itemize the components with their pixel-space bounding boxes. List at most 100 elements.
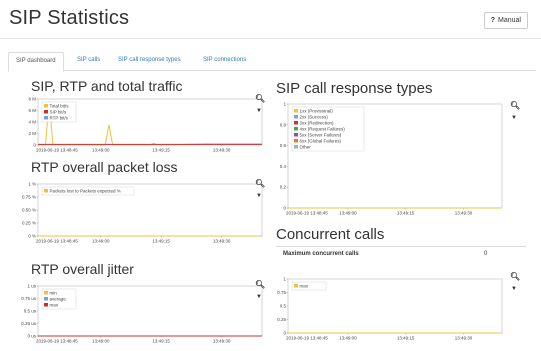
x-tick-label: 2019-06-19 13:48:45: [36, 239, 78, 244]
legend-label: 3xx (Redirection): [300, 120, 335, 125]
y-tick-label: 0.5 us: [24, 309, 37, 314]
legend-label: min: [50, 290, 58, 295]
jitter-magnifier-icon[interactable]: 🔍︎: [255, 280, 265, 289]
y-tick-label: 2 M: [28, 131, 36, 136]
x-tick-label: 13:49:15: [152, 148, 170, 153]
x-tick-label: 13:49:15: [397, 336, 415, 341]
packet-loss-caret-down-icon[interactable]: ▼: [256, 193, 262, 199]
y-tick-label: 0.8: [280, 122, 287, 127]
y-tick-label: 0.25: [277, 317, 286, 322]
x-tick-label: 13:49:00: [339, 211, 357, 216]
sip-statistics-page: SIP Statistics ? Manual SIP dashboard SIP…: [0, 0, 541, 351]
response-types-chart: 1 0.8 0.6 0.4 0.2 0 2019-06-19 13:48:45 13:49:0…: [266, 101, 506, 217]
page-title: SIP Statistics: [9, 7, 130, 29]
y-tick-label: 0.25 %: [22, 221, 36, 226]
x-tick-label: 13:49:30: [455, 336, 473, 341]
y-tick-label: 0.75: [277, 290, 286, 295]
y-tick-label: 0.50 %: [22, 208, 36, 213]
manual-button[interactable]: ? Manual: [483, 12, 528, 29]
y-tick-label: 1: [283, 277, 286, 282]
y-tick-label: 6 M: [28, 108, 36, 113]
legend-swatch: [294, 145, 298, 149]
y-tick-label: 1 %: [28, 182, 36, 187]
legend-swatch: [44, 303, 48, 307]
x-tick-label: 13:49:00: [92, 148, 110, 153]
tab-sip-calls[interactable]: SIP calls: [70, 52, 107, 69]
legend-label: 2xx (Success): [300, 114, 329, 119]
y-tick-label: 0.25 us: [21, 321, 37, 326]
x-tick-label: 2019-06-19 13:48:45: [36, 148, 78, 153]
traffic-svg: 8 M6 M4 M2 M02019-06-19 13:48:45 13:49:00…: [28, 97, 263, 153]
legend-swatch: [294, 115, 298, 119]
concurrent-magnifier-icon[interactable]: 🔍︎: [510, 272, 520, 281]
tab-sip-connections[interactable]: SIP connections: [196, 52, 253, 69]
packet-loss-magnifier-icon[interactable]: 🔍︎: [255, 179, 265, 188]
traffic-magnifier-icon[interactable]: 🔍︎: [255, 94, 265, 103]
legend-swatch: [44, 297, 48, 301]
jitter-title: RTP overall jitter: [31, 261, 134, 277]
response-types-magnifier-icon[interactable]: 🔍︎: [510, 101, 520, 110]
legend-label: RTP bit/s: [50, 115, 69, 120]
traffic-title: SIP, RTP and total traffic: [31, 78, 183, 94]
legend-swatch: [294, 121, 298, 125]
tab-sip-dashboard[interactable]: SIP dashboard: [8, 52, 64, 72]
y-tick-label: 8 M: [28, 97, 36, 102]
legend-swatch: [294, 133, 298, 137]
x-tick-label: 13:49:30: [213, 339, 231, 344]
legend-label: 4xx (Request Failures): [300, 126, 346, 131]
x-tick-label: 2019-06-19 13:48:45: [286, 336, 328, 341]
legend-swatch: [44, 189, 48, 193]
x-tick-label: 13:49:15: [152, 239, 170, 244]
x-tick-label: 13:49:00: [339, 336, 357, 341]
x-tick-label: 13:49:15: [397, 211, 415, 216]
y-tick-label: 4 M: [28, 120, 36, 125]
legend-swatch: [294, 109, 298, 113]
legend-swatch: [294, 139, 298, 143]
packet-loss-title: RTP overall packet loss: [31, 159, 178, 175]
x-tick-label: 13:49:00: [92, 339, 110, 344]
legend-swatch: [294, 284, 298, 288]
legend-label: SIP bit/s: [50, 109, 67, 114]
y-tick-label: 0.2: [280, 185, 287, 190]
tab-sip-call-response-types[interactable]: SIP call response types: [111, 52, 188, 69]
y-tick-label: 0 %: [28, 234, 36, 239]
legend-label: max: [50, 302, 59, 307]
y-tick-label: 0.75 us: [21, 296, 37, 301]
legend-label: Packets lost to Packets expected %: [50, 188, 121, 193]
tab-bar: SIP dashboard SIP calls SIP call respons…: [8, 52, 536, 72]
legend-label: Other: [300, 144, 312, 149]
packet_loss-svg: 1 % 0.75 % 0.50 % 0.25 % 0 %2019-06-19 13:48…: [22, 182, 263, 244]
header-bar: SIP Statistics ? Manual: [0, 0, 541, 39]
y-tick-label: 1 us: [27, 284, 36, 289]
packet-loss-chart: 1 % 0.75 % 0.50 % 0.25 % 0 % 2019-06-19 13:48…: [16, 181, 266, 245]
response-types-caret-down-icon[interactable]: ▼: [511, 115, 517, 121]
concurrent-svg: 10.750.50.2502019-06-19 13:48:45 13:49:00…: [277, 277, 503, 341]
legend-swatch: [44, 110, 48, 114]
legend-label: 1xx (Provisional): [300, 108, 334, 113]
legend-swatch: [44, 104, 48, 108]
jitter-chart: 1 us 0.75 us 0.5 us 0.25 us 0 us 2019-06-19 1…: [16, 283, 266, 345]
legend-label: 6xx (Global Failures): [300, 138, 342, 143]
legend-swatch: [44, 291, 48, 295]
jitter-caret-down-icon[interactable]: ▼: [256, 294, 262, 300]
concurrent-chart: 1 0.75 0.5 0.25 0 2019-06-19 13:48:45 13:49:00…: [266, 276, 506, 342]
x-tick-label: 2019-06-19 13:48:45: [286, 211, 328, 216]
legend-swatch: [294, 127, 298, 131]
legend-label: max: [300, 283, 309, 288]
concurrent-caret-down-icon[interactable]: ▼: [511, 286, 517, 292]
y-tick-label: 1: [283, 102, 286, 107]
legend-label: average: [50, 296, 67, 301]
legend-swatch: [44, 116, 48, 120]
response-types-title: SIP call response types: [276, 80, 433, 97]
y-tick-label: 0.4: [280, 164, 287, 169]
x-tick-label: 13:49:15: [152, 339, 170, 344]
question-icon: ?: [490, 17, 496, 24]
jitter-svg: 1 us0.75 us0.5 us0.25 us0 us2019-06-19 1…: [21, 284, 263, 344]
concurrent-table-divider: [276, 246, 526, 247]
traffic-caret-down-icon[interactable]: ▼: [256, 108, 262, 114]
max-concurrent-calls-value: 0: [484, 251, 488, 257]
traffic-chart: 8 M6 M4 M2 M 0 2019-06-19 13:48:45 13:49:00…: [16, 96, 266, 154]
y-tick-label: 0.6: [280, 143, 287, 148]
x-tick-label: 13:49:00: [92, 239, 110, 244]
legend-label: Total bit/s: [50, 103, 70, 108]
